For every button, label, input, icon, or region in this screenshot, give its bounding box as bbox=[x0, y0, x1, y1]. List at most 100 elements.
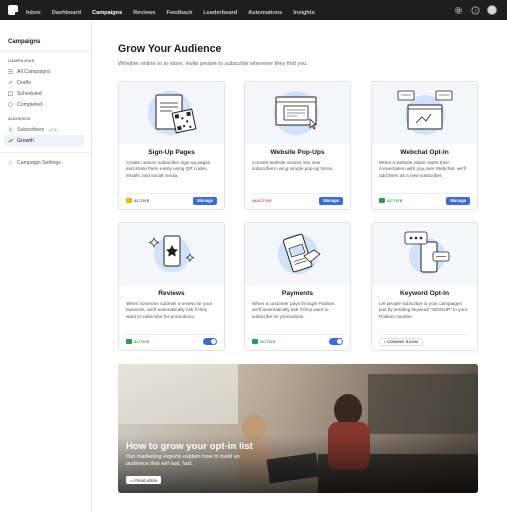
check-circle-icon bbox=[8, 102, 13, 107]
status-indicator bbox=[252, 339, 258, 344]
payment-phone-icon bbox=[277, 233, 321, 274]
reviews-opt-in-toggle[interactable] bbox=[203, 338, 217, 345]
page-subtitle: Whether online or in-store, invite peopl… bbox=[118, 61, 308, 67]
list-icon bbox=[8, 69, 13, 74]
people-icon bbox=[8, 127, 13, 132]
payments-opt-in-toggle[interactable] bbox=[329, 338, 343, 345]
manage-button[interactable]: Manage bbox=[193, 196, 217, 205]
card-description: Let people subscribe to your campaigns j… bbox=[379, 301, 468, 319]
status-indicator bbox=[126, 198, 132, 203]
nav-feedback[interactable]: Feedback bbox=[167, 10, 193, 16]
read-article-button[interactable]: ▭ Read article bbox=[126, 476, 162, 484]
sidebar-section-audience: AUDIENCE bbox=[8, 117, 32, 121]
card-footer: • COMING SOON bbox=[379, 334, 470, 346]
nav-campaigns[interactable]: Campaigns bbox=[92, 10, 122, 16]
card-footer: ACTIVE bbox=[252, 334, 343, 345]
card-title: Keyword Opt-In bbox=[399, 290, 450, 297]
card-illustration bbox=[372, 82, 477, 144]
nav-leaderboard[interactable]: Leaderboard bbox=[203, 10, 237, 16]
nav-inbox[interactable]: Inbox bbox=[26, 10, 41, 16]
nav-dashboard[interactable]: Dashboard bbox=[52, 10, 81, 16]
card-illustration bbox=[119, 223, 224, 285]
nav-automations[interactable]: Automations bbox=[248, 10, 282, 16]
read-article-label: Read article bbox=[135, 477, 158, 483]
office-photo-image bbox=[118, 364, 478, 493]
card-description: When someone submits a review for your b… bbox=[126, 301, 213, 319]
qr-page-icon bbox=[147, 91, 196, 135]
podium-logo-icon[interactable] bbox=[8, 5, 19, 16]
main-content: Grow Your Audience Whether online or in-… bbox=[118, 20, 478, 493]
sidebar-divider bbox=[0, 51, 91, 52]
banner-description: Our marketing experts explain how to bui… bbox=[126, 454, 240, 467]
manage-button[interactable]: Manage bbox=[446, 196, 470, 205]
sidebar-item-label: Campaign Settings bbox=[17, 159, 61, 166]
card-title: Webchat Opt-In bbox=[400, 149, 449, 156]
sidebar-item-scheduled[interactable]: Scheduled bbox=[4, 88, 84, 99]
subscriber-count-badge: (474) bbox=[48, 127, 58, 132]
svg-text:?: ? bbox=[474, 8, 477, 14]
status-indicator bbox=[379, 198, 385, 203]
sidebar-item-subscribers[interactable]: Subscribers (474) bbox=[4, 124, 84, 135]
status-label: ACTIVE bbox=[260, 339, 276, 344]
browser-popup-icon bbox=[273, 91, 318, 135]
avatar[interactable] bbox=[487, 5, 497, 15]
card-footer: ACTIVE bbox=[126, 334, 217, 345]
sidebar-item-all-campaigns[interactable]: All Campaigns bbox=[4, 66, 84, 77]
pencil-icon bbox=[8, 80, 13, 85]
status-label: COMING SOON bbox=[386, 339, 419, 344]
card-payments[interactable]: Payments When a customer pays through Po… bbox=[244, 222, 351, 351]
sidebar-title: Campaigns bbox=[8, 39, 41, 45]
card-description: When a website visitor starts their conv… bbox=[379, 160, 466, 178]
card-sign-up-pages[interactable]: Sign-Up Pages Create custom subscriber s… bbox=[118, 81, 225, 210]
card-illustration bbox=[245, 223, 350, 285]
card-webchat-opt-in[interactable]: Webchat Opt-In When a website visitor st… bbox=[371, 81, 478, 210]
opt-in-article-banner[interactable]: How to grow your opt-in list Our marketi… bbox=[118, 364, 478, 493]
chat-window-icon bbox=[397, 90, 452, 135]
sidebar-divider bbox=[0, 152, 91, 153]
sidebar-item-completed[interactable]: Completed bbox=[4, 99, 84, 110]
banner-title: How to grow your opt-in list bbox=[126, 441, 253, 452]
card-footer: ACTIVE Manage bbox=[379, 193, 470, 205]
phone-message-icon bbox=[404, 231, 449, 274]
card-illustration bbox=[119, 82, 224, 144]
sidebar-item-label: Drafts bbox=[17, 79, 31, 86]
card-reviews[interactable]: Reviews When someone submits a review fo… bbox=[118, 222, 225, 351]
help-icon[interactable]: ? bbox=[470, 5, 480, 15]
manage-button[interactable]: Manage bbox=[319, 196, 343, 205]
sidebar-item-campaign-settings[interactable]: Campaign Settings bbox=[4, 157, 84, 168]
card-title: Website Pop-Ups bbox=[270, 149, 325, 156]
sidebar-item-growth[interactable]: Growth bbox=[4, 135, 84, 146]
card-footer: INACTIVE Manage bbox=[252, 193, 343, 205]
sidebar-section-campaigns: CAMPAIGNS bbox=[8, 59, 35, 63]
sidebar-item-drafts[interactable]: Drafts bbox=[4, 77, 84, 88]
phone-review-icon bbox=[148, 235, 194, 272]
card-description: When a customer pays through Podium, we'… bbox=[252, 301, 336, 319]
calendar-icon bbox=[8, 91, 13, 96]
sidebar-item-label: Completed bbox=[17, 101, 43, 108]
status-badge: ACTIVE bbox=[379, 198, 403, 203]
coming-soon-badge: • COMING SOON bbox=[379, 337, 424, 346]
card-illustration bbox=[372, 223, 477, 285]
nav-insights[interactable]: Insights bbox=[293, 10, 314, 16]
top-nav-bar: Inbox Dashboard Campaigns Reviews Feedba… bbox=[0, 0, 507, 20]
card-title: Payments bbox=[281, 290, 314, 297]
card-keyword-opt-in[interactable]: Keyword Opt-In Let people subscribe to y… bbox=[371, 222, 478, 351]
card-illustration bbox=[245, 82, 350, 144]
card-website-pop-ups[interactable]: Website Pop-Ups Convert website visitors… bbox=[244, 81, 351, 210]
card-title: Sign-Up Pages bbox=[148, 149, 195, 156]
card-title: Reviews bbox=[158, 290, 185, 297]
sidebar-item-label: All Campaigns bbox=[17, 68, 51, 75]
nav-reviews[interactable]: Reviews bbox=[133, 10, 155, 16]
status-label: INACTIVE bbox=[252, 198, 273, 203]
status-badge: INACTIVE bbox=[252, 199, 272, 203]
top-right-icons: ? bbox=[453, 5, 497, 15]
trend-up-icon bbox=[8, 138, 13, 143]
status-badge: ACTIVE bbox=[126, 339, 150, 344]
top-nav-links: Inbox Dashboard Campaigns Reviews Feedba… bbox=[26, 1, 321, 19]
page-title: Grow Your Audience bbox=[118, 43, 222, 55]
card-footer: ACTIVE Manage bbox=[126, 193, 217, 205]
status-label: ACTIVE bbox=[134, 198, 150, 203]
card-description: Convert website visitors into new subscr… bbox=[252, 160, 334, 172]
status-badge: ACTIVE bbox=[252, 339, 276, 344]
gear-icon[interactable] bbox=[453, 5, 463, 15]
